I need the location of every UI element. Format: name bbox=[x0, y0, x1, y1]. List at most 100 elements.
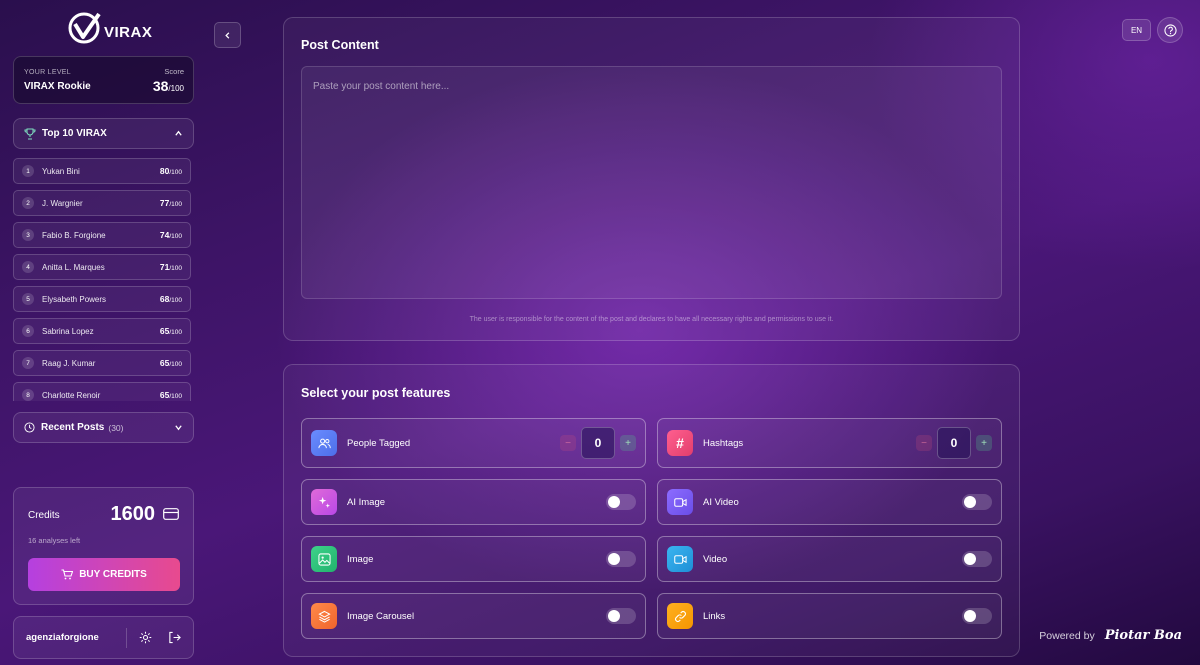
ranking-list[interactable]: 1 Yukan Bini 80/100 2 J. Wargnier 77/100… bbox=[13, 158, 194, 401]
feature-people-tagged: People Tagged − 0 + bbox=[301, 418, 646, 468]
increment-button[interactable]: + bbox=[620, 435, 636, 451]
ranking-row: 7 Raag J. Kumar 65/100 bbox=[13, 350, 191, 376]
recent-posts-toggle[interactable]: Recent Posts (30) bbox=[13, 412, 194, 443]
people-tagged-stepper: − 0 + bbox=[560, 427, 636, 459]
brand-logo: Piotar Boa bbox=[1104, 628, 1182, 643]
rank-score: 77/100 bbox=[159, 198, 182, 208]
links-toggle[interactable] bbox=[962, 608, 992, 624]
ranking-row: 2 J. Wargnier 77/100 bbox=[13, 190, 191, 216]
rank-name: Charlotte Renoir bbox=[42, 390, 101, 400]
post-features-title: Select your post features bbox=[301, 386, 451, 400]
feature-ai-video: AI Video bbox=[657, 479, 1002, 525]
trophy-icon bbox=[24, 128, 36, 139]
clock-icon bbox=[24, 422, 35, 433]
post-content-panel: Post Content The user is responsible for… bbox=[283, 17, 1020, 341]
feature-links: Links bbox=[657, 593, 1002, 639]
increment-button[interactable]: + bbox=[976, 435, 992, 451]
rank-score: 71/100 bbox=[159, 262, 182, 272]
score-label: Score bbox=[164, 67, 184, 76]
ranking-row: 1 Yukan Bini 80/100 bbox=[13, 158, 191, 184]
ranking-row: 3 Fabio B. Forgione 74/100 bbox=[13, 222, 191, 248]
rank-score: 80/100 bbox=[159, 166, 182, 176]
rank-number: 2 bbox=[22, 197, 34, 209]
chevron-down-icon bbox=[175, 425, 182, 431]
rank-name: Raag J. Kumar bbox=[42, 358, 96, 368]
post-content-input[interactable] bbox=[301, 66, 1002, 299]
rank-name: Elysabeth Powers bbox=[42, 294, 107, 304]
level-label: YOUR LEVEL bbox=[24, 69, 71, 76]
collapse-sidebar-button[interactable] bbox=[214, 22, 241, 48]
image-toggle[interactable] bbox=[606, 551, 636, 567]
hashtag-icon: # bbox=[667, 430, 693, 456]
credits-label: Credits bbox=[28, 510, 60, 521]
feature-hashtags: # Hashtags − 0 + bbox=[657, 418, 1002, 468]
feature-label: Hashtags bbox=[703, 437, 744, 449]
ranking-row: 8 Charlotte Renoir 65/100 bbox=[13, 382, 191, 401]
top10-title: Top 10 VIRAX bbox=[42, 128, 107, 139]
analyses-left: 16 analyses left bbox=[28, 536, 81, 545]
rank-name: Sabrina Lopez bbox=[42, 326, 94, 336]
virax-logo: VIRAX bbox=[68, 10, 152, 46]
video-camera-icon bbox=[667, 489, 693, 515]
credit-card-icon bbox=[163, 508, 179, 520]
rank-name: Yukan Bini bbox=[42, 166, 80, 176]
powered-by: Powered by Piotar Boa bbox=[1039, 628, 1182, 643]
rank-name: Anitta L. Marques bbox=[42, 262, 105, 272]
powered-by-label: Powered by bbox=[1039, 630, 1095, 642]
credits-card: Credits 1600 16 analyses left BUY CREDIT… bbox=[13, 487, 194, 605]
recent-posts-title: Recent Posts bbox=[41, 422, 105, 433]
rank-score: 68/100 bbox=[159, 294, 182, 304]
rank-score: 65/100 bbox=[159, 326, 182, 336]
video-toggle[interactable] bbox=[962, 551, 992, 567]
gear-icon[interactable] bbox=[139, 631, 152, 644]
video-camera-icon bbox=[667, 546, 693, 572]
username: agenziaforgione bbox=[26, 632, 99, 643]
level-card: YOUR LEVEL VIRAX Rookie Score 38/100 bbox=[13, 56, 194, 104]
help-button[interactable] bbox=[1157, 17, 1183, 43]
rank-score: 74/100 bbox=[159, 230, 182, 240]
language-selector[interactable]: EN bbox=[1122, 19, 1151, 41]
top10-toggle[interactable]: Top 10 VIRAX bbox=[13, 118, 194, 149]
ranking-row: 6 Sabrina Lopez 65/100 bbox=[13, 318, 191, 344]
feature-label: Links bbox=[703, 610, 726, 622]
decrement-button[interactable]: − bbox=[560, 435, 576, 451]
feature-label: Video bbox=[703, 553, 728, 565]
logout-icon[interactable] bbox=[168, 631, 181, 644]
rank-name: Fabio B. Forgione bbox=[42, 230, 106, 240]
level-score: 38/100 bbox=[152, 78, 184, 94]
stepper-value[interactable]: 0 bbox=[937, 427, 971, 459]
feature-video: Video bbox=[657, 536, 1002, 582]
level-name: VIRAX Rookie bbox=[24, 81, 91, 92]
rank-number: 6 bbox=[22, 325, 34, 337]
buy-credits-button[interactable]: BUY CREDITS bbox=[28, 558, 180, 591]
credits-amount: 1600 bbox=[110, 503, 156, 525]
ranking-row: 5 Elysabeth Powers 68/100 bbox=[13, 286, 191, 312]
stepper-value[interactable]: 0 bbox=[581, 427, 615, 459]
feature-label: Image Carousel bbox=[347, 610, 415, 622]
logo-text: VIRAX bbox=[104, 23, 153, 41]
buy-credits-label: BUY CREDITS bbox=[79, 569, 147, 580]
user-card: agenziaforgione bbox=[13, 616, 194, 659]
rank-number: 4 bbox=[22, 261, 34, 273]
link-icon bbox=[667, 603, 693, 629]
recent-posts-count: (30) bbox=[108, 422, 124, 433]
feature-ai-image: AI Image bbox=[301, 479, 646, 525]
rank-number: 8 bbox=[22, 389, 34, 401]
layers-icon bbox=[311, 603, 337, 629]
ranking-row: 4 Anitta L. Marques 71/100 bbox=[13, 254, 191, 280]
post-content-title: Post Content bbox=[301, 38, 379, 52]
post-features-panel: Select your post features People Tagged … bbox=[283, 364, 1020, 657]
ai-video-toggle[interactable] bbox=[962, 494, 992, 510]
decrement-button[interactable]: − bbox=[916, 435, 932, 451]
rank-number: 5 bbox=[22, 293, 34, 305]
rank-number: 3 bbox=[22, 229, 34, 241]
post-disclaimer: The user is responsible for the content … bbox=[469, 316, 834, 323]
image-icon bbox=[311, 546, 337, 572]
rank-score: 65/100 bbox=[159, 358, 182, 368]
image-carousel-toggle[interactable] bbox=[606, 608, 636, 624]
chevron-left-icon bbox=[225, 31, 230, 39]
divider bbox=[126, 627, 127, 648]
feature-label: AI Image bbox=[347, 496, 386, 508]
ai-image-toggle[interactable] bbox=[606, 494, 636, 510]
feature-label: People Tagged bbox=[347, 437, 411, 449]
